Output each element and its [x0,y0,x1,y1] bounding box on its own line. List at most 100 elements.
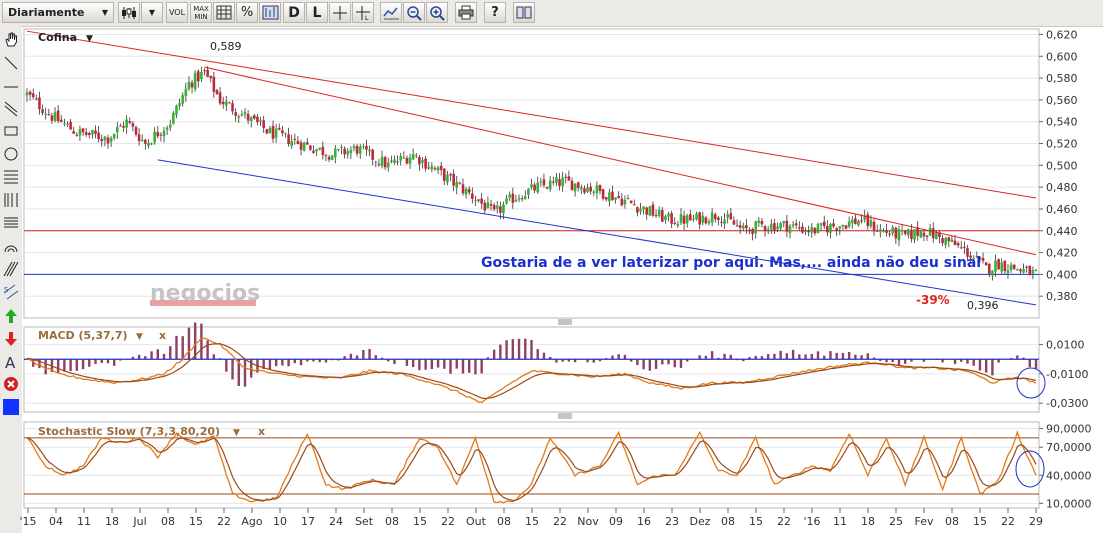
macd-histogram-bar [841,352,845,360]
candle-body [1034,270,1038,272]
candle-body [710,212,714,223]
candle-body [352,146,356,149]
candle-body [586,187,589,192]
macd-histogram-bar [243,359,247,387]
candle-body [608,192,611,202]
candle-body [38,97,41,110]
candle-body [284,132,287,134]
candle-body [327,156,331,160]
x-tick-label: 15 [525,515,539,528]
candle-body [59,119,63,122]
candle-body [505,198,508,204]
candle-body [50,115,54,121]
candle-body [897,229,901,241]
macd-histogram-bar [667,359,670,365]
x-tick-label: 15 [189,515,203,528]
candle-body [754,221,758,234]
candle-body [935,232,938,240]
candle-body [225,101,228,106]
candle-body [1006,270,1010,274]
macd-histogram-bar [679,359,683,368]
y-tick-label: 10,0000 [1046,497,1092,510]
candle-body [474,200,477,202]
candle-body [673,222,677,224]
macd-histogram-bar [175,335,178,360]
candle-body [175,105,178,115]
candle-body [931,228,935,239]
macd-histogram-bar [492,349,496,360]
candle-body [819,223,823,225]
candle-body [1012,264,1016,269]
candle-body [84,132,88,135]
candle-body [100,138,104,142]
candle-body [362,146,365,148]
candle-body [75,134,79,136]
macd-histogram-bar [673,359,676,368]
candle-body [321,146,325,156]
candle-body [713,214,717,220]
candle-body [511,193,515,203]
candle-body [240,114,244,116]
candle-body [548,180,552,190]
candle-body [262,120,265,129]
candle-body [854,218,857,225]
candle-body [147,142,150,146]
candle-body [888,233,891,235]
macd-histogram-bar [511,339,515,360]
macd-histogram-bar [505,340,508,360]
chevron-down-icon[interactable]: ▼ [136,332,143,342]
candle-body [698,212,701,225]
candle-body [81,128,85,133]
macd-histogram-bar [972,359,975,366]
macd-histogram-bar [94,359,97,364]
macd-histogram-bar [991,359,994,376]
macd-histogram-bar [281,359,284,366]
candle-body [660,210,664,222]
chevron-down-icon[interactable]: ▼ [233,428,240,438]
candle-body [483,202,487,211]
macd-histogram-bar [904,359,907,364]
candle-body [614,197,617,200]
macd-title: MACD (5,37,7) [38,329,128,342]
candle-body [779,223,782,229]
close-icon[interactable]: x [159,329,166,342]
candle-body [545,187,549,189]
close-icon[interactable]: x [258,425,265,438]
macd-histogram-bar [810,353,813,360]
candle-body [689,214,692,221]
x-tick-label: 17 [301,515,315,528]
candle-body [798,227,801,229]
macd-histogram-bar [791,349,795,360]
macd-histogram-bar [81,359,85,370]
candle-body [667,213,670,217]
candle-body [461,184,465,194]
candle-body [172,112,175,124]
chevron-down-icon[interactable]: ▼ [86,34,93,44]
candle-body [1022,269,1025,273]
price-panel: negocios Cofina ▼ 0,589 0,396 -39% Gosta… [23,28,1078,319]
candle-body [850,219,854,224]
candle-body [418,156,421,165]
candle-body [617,195,620,198]
candle-body [604,197,608,200]
candle-body [25,92,29,96]
candle-body [489,204,493,206]
macd-histogram-bar [617,354,620,360]
macd-histogram-bar [530,339,533,360]
candle-body [150,143,153,145]
candle-body [203,70,206,72]
candle-body [153,131,156,143]
macd-panel: MACD (5,37,7) ▼ x 0,0100 -0,0100 -0,0300 [23,322,1088,413]
x-tick-label: '15 [19,515,36,528]
macd-histogram-bar [418,359,421,371]
macd-histogram-bar [443,359,446,369]
y-tick-label: 0,620 [1046,28,1078,41]
candle-body [318,147,322,150]
y-tick-label: 90,0000 [1046,423,1092,436]
candle-body [894,227,898,239]
macd-histogram-bar [524,338,527,360]
candle-body [1009,264,1013,271]
candle-body [822,221,826,227]
candle-body [651,204,655,216]
candle-body [623,199,627,205]
